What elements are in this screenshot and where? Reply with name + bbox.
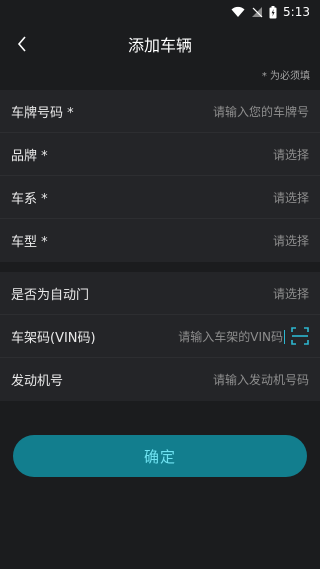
nav-bar: 添加车辆: [0, 24, 320, 64]
model-row[interactable]: 车型 * 请选择: [0, 219, 320, 262]
vin-input[interactable]: 请输入车架的VIN码: [178, 328, 285, 345]
engine-number-input[interactable]: 请输入发动机号码: [213, 371, 309, 388]
status-bar: 5:13: [0, 0, 320, 24]
series-row[interactable]: 车系 * 请选择: [0, 176, 320, 219]
wifi-icon: [231, 6, 245, 17]
required-hint: * 为必须填: [261, 71, 310, 82]
brand-row[interactable]: 品牌 * 请选择: [0, 133, 320, 176]
brand-select[interactable]: 请选择: [273, 146, 309, 163]
chevron-left-icon: [17, 36, 26, 52]
basic-info-section: 车牌号码 * 请输入您的车牌号 品牌 * 请选择 车系 * 请选择 车型 * 请…: [0, 90, 320, 262]
series-select[interactable]: 请选择: [273, 189, 309, 206]
vin-row: 车架码(VIN码) 请输入车架的VIN码: [0, 315, 320, 358]
no-signal-icon: [252, 7, 263, 18]
vin-placeholder: 请输入车架的VIN码: [178, 329, 283, 344]
auto-door-row[interactable]: 是否为自动门 请选择: [0, 272, 320, 315]
extra-info-section: 是否为自动门 请选择 车架码(VIN码) 请输入车架的VIN码 发动机号 请输入…: [0, 272, 320, 401]
model-select[interactable]: 请选择: [273, 232, 309, 249]
confirm-button[interactable]: 确定: [13, 435, 307, 477]
status-time: 5:13: [283, 5, 310, 19]
plate-number-label: 车牌号码 *: [11, 105, 74, 121]
auto-door-label: 是否为自动门: [11, 287, 90, 303]
plate-number-row[interactable]: 车牌号码 * 请输入您的车牌号: [0, 90, 320, 133]
model-label: 车型 *: [11, 235, 48, 250]
confirm-area: 确定: [0, 401, 320, 477]
back-button[interactable]: [10, 32, 34, 56]
scan-icon[interactable]: [291, 327, 309, 345]
series-label: 车系 *: [11, 191, 48, 207]
engine-number-label: 发动机号: [11, 374, 64, 389]
plate-number-input[interactable]: 请输入您的车牌号: [213, 103, 309, 120]
engine-number-row[interactable]: 发动机号 请输入发动机号码: [0, 358, 320, 401]
vin-label: 车架码(VIN码): [11, 330, 96, 346]
section-divider: [0, 262, 320, 272]
brand-label: 品牌 *: [11, 148, 48, 164]
battery-charging-icon: [269, 5, 277, 18]
vin-field-group: 请输入车架的VIN码: [178, 327, 309, 345]
auto-door-select[interactable]: 请选择: [273, 285, 309, 302]
text-cursor: [284, 330, 285, 344]
page-title: 添加车辆: [127, 36, 192, 55]
